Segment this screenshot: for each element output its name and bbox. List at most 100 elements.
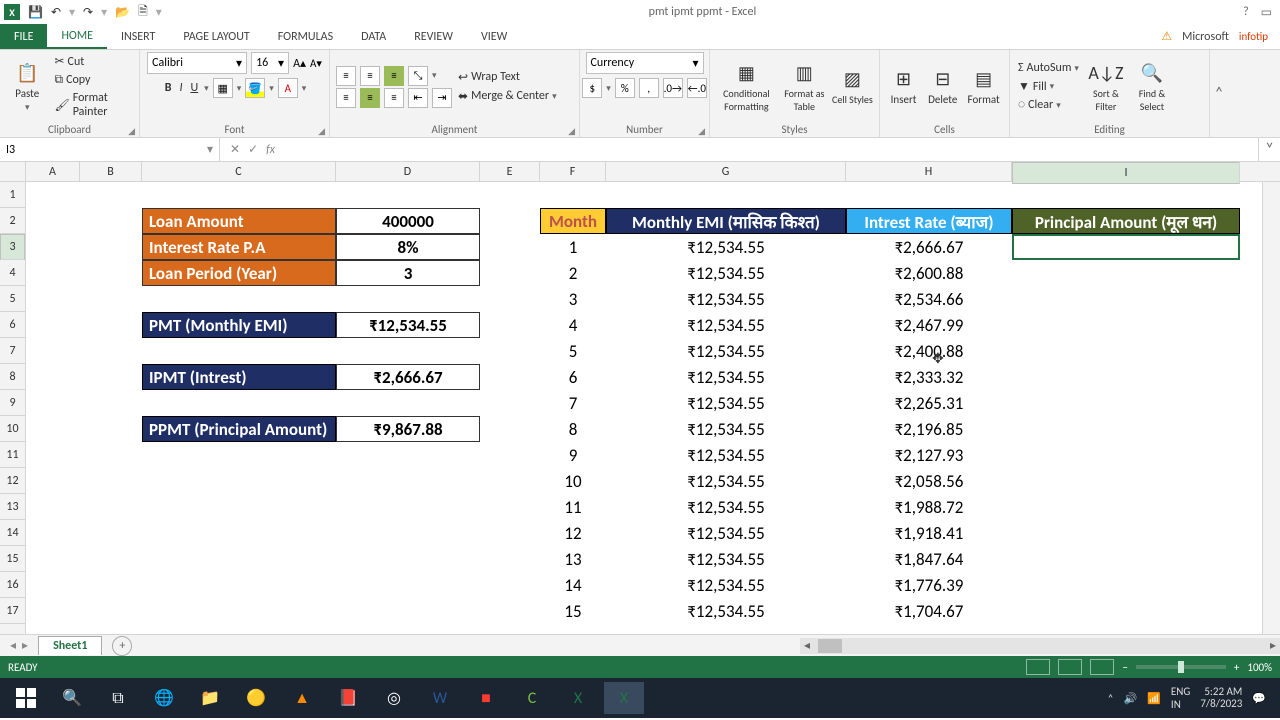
cell-emi[interactable]: ₹12,534.55 <box>606 546 846 572</box>
copy-button[interactable]: ⧉Copy <box>52 72 133 88</box>
file-explorer-icon[interactable]: 📁 <box>190 682 230 714</box>
merge-center-button[interactable]: ⬌Merge & Center▾ <box>456 88 559 105</box>
view-normal-icon[interactable] <box>1026 659 1050 675</box>
underline-button[interactable]: U <box>188 80 200 96</box>
insert-cells-button[interactable]: ⊞Insert <box>886 67 921 106</box>
col-E[interactable]: E <box>480 162 540 181</box>
cut-button[interactable]: ✂Cut <box>52 53 133 70</box>
decrease-indent-icon[interactable]: ⇤ <box>408 88 428 108</box>
value-interest-rate[interactable]: 8% <box>336 234 480 260</box>
tab-view[interactable]: VIEW <box>467 24 521 49</box>
font-color-button[interactable]: A <box>278 78 298 98</box>
cell-month[interactable]: 12 <box>540 520 606 546</box>
value-loan-period[interactable]: 3 <box>336 260 480 286</box>
cell-emi[interactable]: ₹12,534.55 <box>606 442 846 468</box>
align-bottom-icon[interactable]: ≡ <box>384 66 404 86</box>
collapse-ribbon-icon[interactable]: ˄ <box>1210 50 1228 137</box>
align-middle-icon[interactable]: ≡ <box>360 66 380 86</box>
zoom-level[interactable]: 100% <box>1247 661 1272 674</box>
tab-data[interactable]: DATA <box>347 24 400 49</box>
cell-emi[interactable]: ₹12,534.55 <box>606 338 846 364</box>
select-all-corner[interactable] <box>0 162 26 181</box>
align-right-icon[interactable]: ≡ <box>384 88 404 108</box>
cell-emi[interactable]: ₹12,534.55 <box>606 468 846 494</box>
row-header-5[interactable]: 5 <box>0 286 25 312</box>
orientation-icon[interactable]: ⤡ <box>408 66 428 86</box>
camtasia-icon[interactable]: C <box>512 682 552 714</box>
cell-emi[interactable]: ₹12,534.55 <box>606 572 846 598</box>
cell-emi[interactable]: ₹12,534.55 <box>606 520 846 546</box>
cell-intrest[interactable]: ₹2,666.67 <box>846 234 1012 260</box>
align-center-icon[interactable]: ≡ <box>360 88 380 108</box>
cell-month[interactable]: 5 <box>540 338 606 364</box>
cell-emi[interactable]: ₹12,534.55 <box>606 286 846 312</box>
align-top-icon[interactable]: ≡ <box>336 66 356 86</box>
col-H[interactable]: H <box>846 162 1012 181</box>
cell-intrest[interactable]: ₹1,704.67 <box>846 598 1012 624</box>
row-header-3[interactable]: 3 <box>0 234 25 260</box>
cell-month[interactable]: 2 <box>540 260 606 286</box>
value-ppmt[interactable]: ₹9,867.88 <box>336 416 480 442</box>
cell-month[interactable]: 3 <box>540 286 606 312</box>
borders-button[interactable]: ▦ <box>213 78 233 98</box>
col-F[interactable]: F <box>540 162 606 181</box>
cancel-formula-icon[interactable]: ✕ <box>230 142 240 157</box>
row-header-17[interactable]: 17 <box>0 598 25 624</box>
excel-window-icon[interactable]: X <box>604 682 644 714</box>
cell-intrest[interactable]: ₹1,847.64 <box>846 546 1012 572</box>
row-header-13[interactable]: 13 <box>0 494 25 520</box>
qat-undo-icon[interactable]: ↶ <box>51 5 61 20</box>
delete-cells-button[interactable]: ⊟Delete <box>925 67 960 106</box>
cell-month[interactable]: 15 <box>540 598 606 624</box>
wrap-text-button[interactable]: ↩Wrap Text <box>456 69 559 86</box>
cell-month[interactable]: 6 <box>540 364 606 390</box>
format-as-table-button[interactable]: ▥Format as Table <box>781 61 828 113</box>
fx-icon[interactable]: fx <box>266 143 275 157</box>
tray-clock[interactable]: 5:22 AM7/8/2023 <box>1200 686 1242 710</box>
cell-intrest[interactable]: ₹2,467.99 <box>846 312 1012 338</box>
fill-color-button[interactable]: 🪣 <box>245 78 265 98</box>
zoom-in-icon[interactable]: + <box>1234 661 1239 674</box>
search-icon[interactable]: 🔍 <box>52 682 92 714</box>
cell-intrest[interactable]: ₹1,776.39 <box>846 572 1012 598</box>
row-header-8[interactable]: 8 <box>0 364 25 390</box>
cell-month[interactable]: 13 <box>540 546 606 572</box>
col-G[interactable]: G <box>606 162 846 181</box>
excel-taskbar-icon[interactable]: X <box>558 682 598 714</box>
qat-save-icon[interactable]: 💾 <box>28 5 43 20</box>
cell-intrest[interactable]: ₹2,333.32 <box>846 364 1012 390</box>
cell-month[interactable]: 11 <box>540 494 606 520</box>
tab-nav-prev-icon[interactable]: ◂ <box>10 638 16 653</box>
account-name[interactable]: Microsoft <box>1182 30 1229 44</box>
cell-styles-button[interactable]: ▨Cell Styles <box>832 67 873 106</box>
cell-emi[interactable]: ₹12,534.55 <box>606 494 846 520</box>
cell-emi[interactable]: ₹12,534.55 <box>606 312 846 338</box>
row-header-12[interactable]: 12 <box>0 468 25 494</box>
clear-button[interactable]: ◌Clear▾ <box>1016 97 1081 113</box>
conditional-formatting-button[interactable]: ▦Conditional Formatting <box>716 61 777 113</box>
cell-intrest[interactable]: ₹2,400.88 <box>846 338 1012 364</box>
cell-month[interactable]: 8 <box>540 416 606 442</box>
fill-button[interactable]: ▼Fill▾ <box>1016 78 1081 95</box>
dialog-launcher-icon[interactable]: ◢ <box>318 126 325 137</box>
zoom-out-icon[interactable]: − <box>1122 661 1127 674</box>
font-name-select[interactable]: Calibri▾ <box>147 52 247 74</box>
notifications-icon[interactable]: 💬 <box>1252 692 1266 705</box>
cell-emi[interactable]: ₹12,534.55 <box>606 364 846 390</box>
value-ipmt[interactable]: ₹2,666.67 <box>336 364 480 390</box>
account-warning-icon[interactable]: ⚠ <box>1161 29 1172 44</box>
enter-formula-icon[interactable]: ✓ <box>248 142 258 157</box>
comma-icon[interactable]: , <box>639 78 659 98</box>
tab-insert[interactable]: INSERT <box>107 24 169 49</box>
view-page-break-icon[interactable] <box>1090 659 1114 675</box>
align-left-icon[interactable]: ≡ <box>336 88 356 108</box>
percent-icon[interactable]: % <box>615 78 635 98</box>
tab-formulas[interactable]: FORMULAS <box>264 24 347 49</box>
col-I[interactable]: I <box>1012 162 1240 184</box>
cell-month[interactable]: 7 <box>540 390 606 416</box>
currency-icon[interactable]: $ <box>582 78 602 98</box>
new-sheet-button[interactable]: + <box>112 636 132 656</box>
task-view-icon[interactable]: ⧉ <box>98 682 138 714</box>
cell-emi[interactable]: ₹12,534.55 <box>606 598 846 624</box>
word-icon[interactable]: W <box>420 682 460 714</box>
